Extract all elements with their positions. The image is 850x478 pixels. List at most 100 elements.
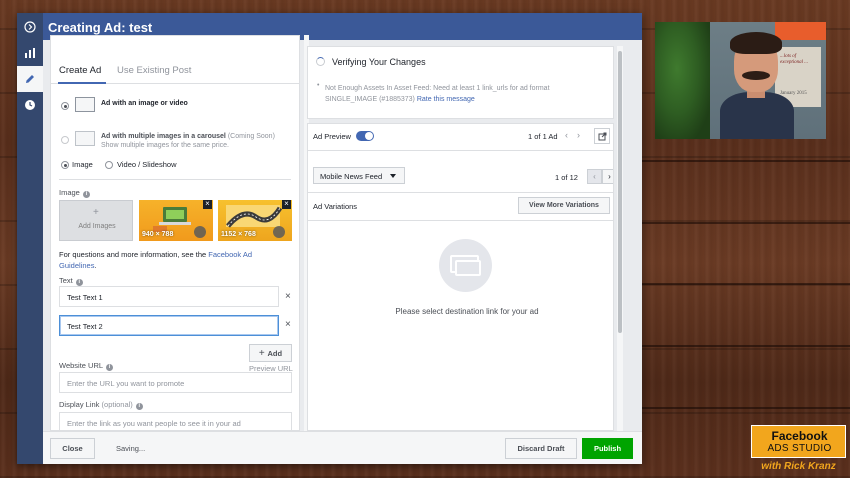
next-placement-button[interactable]: › xyxy=(602,169,613,184)
media-image-radio[interactable] xyxy=(61,161,69,169)
ad-variations-label: Ad Variations xyxy=(313,202,358,211)
remove-image-icon[interactable]: × xyxy=(203,200,212,209)
divider xyxy=(308,192,613,193)
add-images-label: Add Images xyxy=(78,223,116,230)
info-icon[interactable]: i xyxy=(75,279,83,286)
scroll-thumb[interactable] xyxy=(618,51,622,333)
remove-image-icon[interactable]: × xyxy=(282,200,291,209)
open-external-button[interactable] xyxy=(594,128,610,144)
footer-bar: Close Saving... Discard Draft Publish xyxy=(43,431,642,464)
media-image-label: Image xyxy=(72,160,93,169)
tab-use-existing-post[interactable]: Use Existing Post xyxy=(117,65,191,76)
caret-down-icon xyxy=(390,174,396,178)
creative-tabs: Create Ad Use Existing Post xyxy=(51,56,299,84)
remove-text-icon[interactable]: × xyxy=(285,319,291,330)
wood-seam xyxy=(640,407,850,409)
divider xyxy=(308,220,613,221)
guidelines-help: For questions and more information, see … xyxy=(59,250,253,270)
remove-text-icon[interactable]: × xyxy=(285,291,291,302)
plus-icon: + xyxy=(93,207,99,218)
wood-seam xyxy=(640,345,850,347)
crop-icon[interactable] xyxy=(273,226,285,238)
ad-preview-toggle[interactable] xyxy=(356,131,374,141)
image-section-label: Image i xyxy=(59,188,90,198)
brand-line-2: ADS STUDIO xyxy=(767,443,832,454)
format-carousel-title: Ad with multiple images in a carousel (C… xyxy=(101,133,275,140)
verify-message: Not Enough Assets In Asset Feed: Need at… xyxy=(325,85,550,103)
format-carousel-radio[interactable] xyxy=(61,136,69,144)
verification-message-box: • Not Enough Assets In Asset Feed: Need … xyxy=(307,79,614,119)
bullet: • xyxy=(317,82,320,89)
tab-create-ad[interactable]: Create Ad xyxy=(59,65,101,76)
right-scrollbar[interactable] xyxy=(617,46,623,431)
close-button[interactable]: Close xyxy=(50,438,95,459)
rate-message-link[interactable]: Rate this message xyxy=(417,96,475,103)
collapse-button[interactable] xyxy=(17,14,43,40)
image-thumbnail[interactable]: 1152 × 768 × xyxy=(218,200,292,241)
prev-placement-button[interactable]: ‹ xyxy=(587,169,602,184)
image-thumbnail[interactable]: 940 × 788 × xyxy=(139,200,213,241)
add-images-button[interactable]: + Add Images xyxy=(59,200,133,241)
ad-editor-window: Creating Ad: test Create Ad Use Existing… xyxy=(17,13,642,464)
media-video-radio[interactable] xyxy=(105,161,113,169)
plus-icon: + xyxy=(258,348,268,359)
wood-seam xyxy=(640,283,850,285)
chevron-circle-icon xyxy=(24,21,36,33)
website-url-label: Website URL i xyxy=(59,361,114,371)
ad-text-input[interactable]: Test Text 1 xyxy=(59,286,279,307)
text-section-label: Text i xyxy=(59,276,83,286)
prev-ad-chevron-icon[interactable]: ‹ xyxy=(565,130,568,140)
presenter xyxy=(720,32,794,139)
placeholder-image-icon xyxy=(439,239,492,292)
active-tab-indicator xyxy=(58,82,106,84)
loading-spinner-icon xyxy=(316,57,325,66)
discard-draft-button[interactable]: Discard Draft xyxy=(505,438,577,459)
left-rail xyxy=(17,13,43,464)
wood-seam xyxy=(640,222,850,224)
view-more-variations-button[interactable]: View More Variations xyxy=(518,197,610,214)
next-ad-chevron-icon[interactable]: › xyxy=(577,130,580,140)
format-carousel-desc: Show multiple images for the same price. xyxy=(101,142,229,149)
external-link-icon xyxy=(598,132,606,140)
single-image-format-icon xyxy=(75,97,95,112)
window-title: Creating Ad: test xyxy=(48,20,153,35)
brand-line-1: Facebook xyxy=(771,429,828,443)
wood-seam xyxy=(640,160,850,162)
history-button[interactable] xyxy=(17,92,43,118)
placement-dropdown[interactable]: Mobile News Feed xyxy=(313,167,405,184)
media-video-label: Video / Slideshow xyxy=(117,160,177,169)
info-icon[interactable]: i xyxy=(106,364,114,371)
format-single-title: Ad with an image or video xyxy=(101,100,188,107)
ad-preview-label: Ad Preview xyxy=(313,132,351,141)
ad-creative-panel: Create Ad Use Existing Post Ad with an i… xyxy=(50,35,300,431)
divider xyxy=(308,150,613,151)
ad-count: 1 of 1 Ad xyxy=(528,132,558,141)
clock-icon xyxy=(25,100,35,110)
brand-box: Facebook ADS STUDIO xyxy=(751,425,846,458)
ad-text-input[interactable]: Test Text 2 xyxy=(59,315,279,336)
publish-button[interactable]: Publish xyxy=(582,438,633,459)
verify-title: Verifying Your Changes xyxy=(332,57,426,67)
save-status: Saving... xyxy=(116,444,146,453)
plant-background xyxy=(655,22,710,139)
thumbnail-dimensions: 940 × 788 xyxy=(142,231,174,238)
info-icon[interactable]: i xyxy=(82,191,90,198)
ad-preview-panel: Ad Preview 1 of 1 Ad ‹ › Mobile News Fee… xyxy=(307,123,614,431)
format-single-radio[interactable] xyxy=(61,102,69,110)
edit-button[interactable] xyxy=(17,66,43,92)
empty-preview-message: Please select destination link for your … xyxy=(395,307,539,316)
website-url-input[interactable]: Enter the URL you want to promote xyxy=(59,372,292,393)
placement-count: 1 of 12 xyxy=(555,173,578,182)
info-icon[interactable]: i xyxy=(135,403,143,410)
bar-chart-icon xyxy=(25,48,35,58)
brand-line-3: with Rick Kranz xyxy=(761,461,836,472)
pencil-icon xyxy=(26,75,34,83)
add-text-button[interactable]: + Add xyxy=(249,344,292,362)
display-link-input[interactable]: Enter the link as you want people to see… xyxy=(59,412,292,430)
divider xyxy=(59,179,291,180)
display-link-label: Display Link (optional) i xyxy=(59,400,143,410)
crop-icon[interactable] xyxy=(194,226,206,238)
reporting-button[interactable] xyxy=(17,40,43,66)
webcam-overlay: ...lots of exceptional ... January 2015 xyxy=(655,22,826,139)
carousel-format-icon xyxy=(75,131,95,146)
